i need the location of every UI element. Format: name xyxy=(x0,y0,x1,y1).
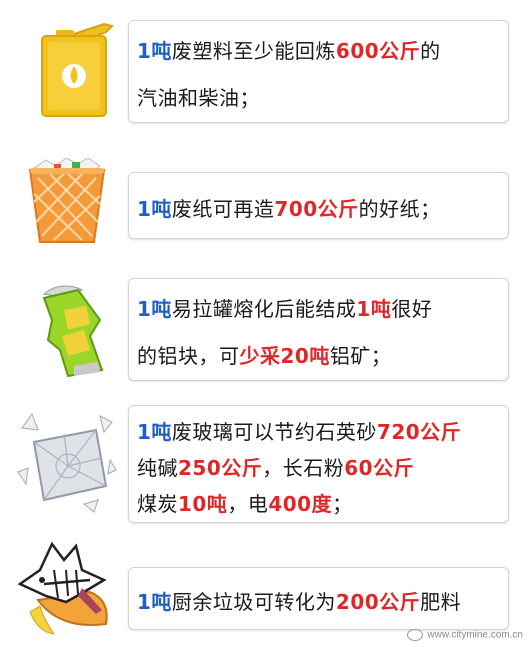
text-segment: 废塑料至少能回炼 xyxy=(171,39,336,63)
text-segment: 200公斤 xyxy=(335,590,421,614)
text-segment: 少采20吨 xyxy=(239,344,330,368)
text-segment: ，长石粉 xyxy=(262,456,345,480)
text-segment: 肥料 xyxy=(420,590,462,614)
wastebasket-icon xyxy=(26,157,108,244)
text-segment: 铝矿； xyxy=(329,344,392,368)
text-segment: ； xyxy=(332,492,353,516)
text-line: 1吨废纸可再造700公斤的好纸； xyxy=(137,193,441,222)
kitchen-waste-icon xyxy=(10,540,124,636)
text-segment: 10吨 xyxy=(178,492,228,516)
text-line: 的铝块，可少采20吨铝矿； xyxy=(137,340,391,369)
text-segment: 60公斤 xyxy=(344,456,415,480)
item-card: 1吨废纸可再造700公斤的好纸； xyxy=(128,172,509,239)
text-segment: 废纸可再造 xyxy=(171,197,275,221)
text-line: 1吨易拉罐熔化后能结成1吨很好 xyxy=(137,293,432,322)
item-card: 1吨易拉罐熔化后能结成1吨很好 的铝块，可少采20吨铝矿； xyxy=(128,278,509,381)
text-segment: 1吨 xyxy=(356,297,392,321)
item-card: 1吨废玻璃可以节约石英砂720公斤 纯碱250公斤，长石粉60公斤 煤炭10吨，… xyxy=(128,405,509,523)
text-segment: ，电 xyxy=(227,492,269,516)
text-segment: 易拉罐熔化后能结成 xyxy=(171,297,357,321)
text-line: 1吨废塑料至少能回炼600公斤的 xyxy=(137,35,441,64)
text-segment: 1吨 xyxy=(137,420,172,444)
text-segment: 废玻璃可以节约石英砂 xyxy=(171,420,377,444)
item-card: 1吨废塑料至少能回炼600公斤的 汽油和柴油； xyxy=(128,20,509,123)
watermark: www.citymine.com.cn xyxy=(407,629,523,641)
text-segment: 1吨 xyxy=(137,197,172,221)
text-line: 汽油和柴油； xyxy=(137,82,260,111)
broken-glass-icon xyxy=(14,408,118,514)
text-segment: 600公斤 xyxy=(335,39,421,63)
text-line: 1吨厨余垃圾可转化为200公斤肥料 xyxy=(137,586,461,615)
crushed-can-icon xyxy=(38,280,110,378)
text-line: 煤炭10吨，电400度； xyxy=(137,488,353,517)
text-segment: 的铝块，可 xyxy=(137,344,240,368)
text-segment: 1吨 xyxy=(137,297,172,321)
text-segment: 纯碱 xyxy=(137,456,178,480)
text-segment: 汽油和柴油； xyxy=(137,86,260,110)
item-card: 1吨厨余垃圾可转化为200公斤肥料 xyxy=(128,567,509,630)
text-segment: 很好 xyxy=(391,297,433,321)
text-segment: 的好纸； xyxy=(358,197,441,221)
text-line: 纯碱250公斤，长石粉60公斤 xyxy=(137,452,414,481)
text-segment: 400度 xyxy=(268,492,333,516)
text-segment: 厨余垃圾可转化为 xyxy=(171,590,336,614)
text-segment: 720公斤 xyxy=(376,420,462,444)
text-segment: 250公斤 xyxy=(178,456,263,480)
text-segment: 1吨 xyxy=(137,590,172,614)
watermark-text: www.citymine.com.cn xyxy=(427,629,523,641)
text-segment: 1吨 xyxy=(137,39,172,63)
text-segment: 煤炭 xyxy=(137,492,178,516)
citymine-logo-icon xyxy=(407,629,424,641)
text-segment: 700公斤 xyxy=(274,197,359,221)
text-segment: 的 xyxy=(420,39,441,63)
text-line: 1吨废玻璃可以节约石英砂720公斤 xyxy=(137,416,461,445)
oil-can-icon xyxy=(34,20,120,118)
